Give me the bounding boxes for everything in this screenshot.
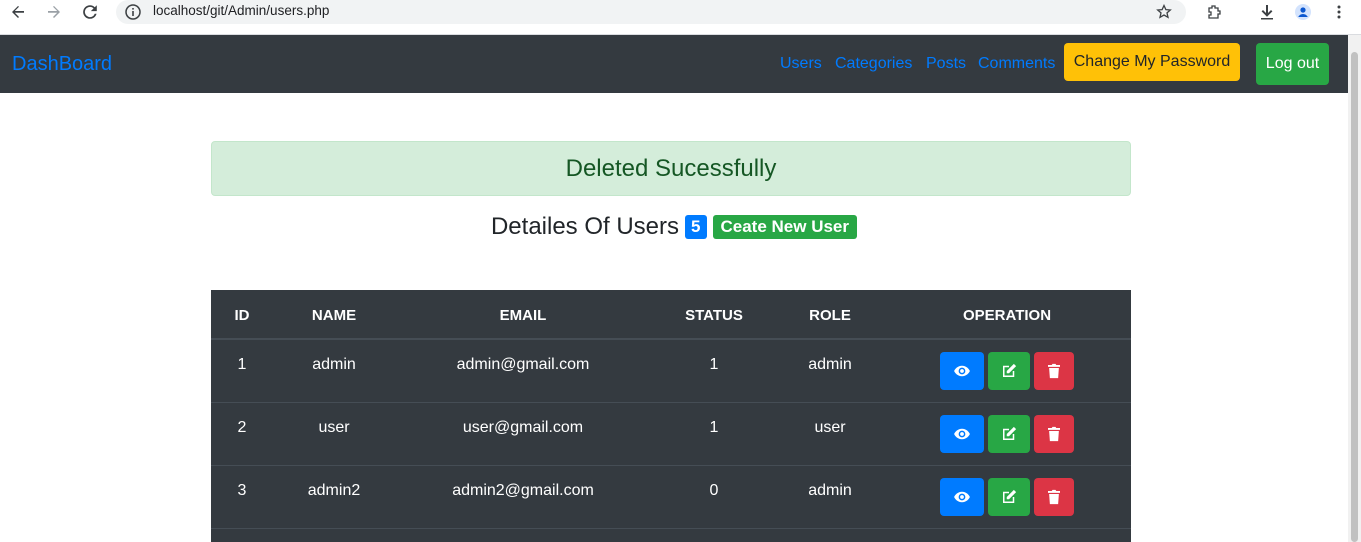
- cell-email: admin@gmail.com: [456, 356, 590, 373]
- cell-id: 3: [237, 482, 247, 499]
- cell-role: admin: [808, 482, 852, 499]
- nav-link-comments[interactable]: Comments: [978, 55, 1055, 73]
- download-icon[interactable]: [1253, 0, 1281, 24]
- cell-role: admin: [808, 356, 852, 373]
- nav-link-posts[interactable]: Posts: [926, 55, 966, 73]
- header-operation: OPERATION: [962, 307, 1052, 324]
- eye-icon: [954, 491, 970, 503]
- cell-name: user: [318, 419, 350, 436]
- users-table: ID NAME EMAIL STATUS ROLE OPERATION 1 ad…: [211, 290, 1131, 542]
- eye-icon: [954, 428, 970, 440]
- header-role: ROLE: [809, 307, 851, 324]
- view-user-button[interactable]: [940, 478, 984, 516]
- delete-user-button[interactable]: [1034, 352, 1074, 390]
- trash-icon: [1048, 426, 1060, 442]
- header-name: NAME: [311, 307, 357, 324]
- header-status: STATUS: [685, 307, 743, 324]
- cell-name: admin2: [307, 482, 361, 499]
- view-user-button[interactable]: [940, 415, 984, 453]
- top-navbar: DashBoard Users Categories Posts Comment…: [0, 35, 1348, 93]
- forward-icon[interactable]: [40, 0, 68, 24]
- create-user-button[interactable]: Ceate New User: [712, 215, 858, 239]
- cell-email: user@gmail.com: [462, 419, 584, 436]
- nav-link-users[interactable]: Users: [780, 55, 822, 73]
- alert-message: Deleted Sucessfully: [565, 154, 777, 182]
- browser-toolbar: localhost/git/Admin/users.php: [0, 0, 1361, 35]
- eye-icon: [954, 365, 970, 377]
- reload-icon[interactable]: [76, 0, 104, 24]
- cell-id: 2: [237, 419, 247, 436]
- header-id: ID: [234, 307, 250, 324]
- table-row: 3 admin2 admin2@gmail.com 0 admin: [211, 466, 1131, 529]
- bookmark-star-icon[interactable]: [1150, 0, 1178, 24]
- table-header-row: ID NAME EMAIL STATUS ROLE OPERATION: [211, 290, 1131, 340]
- extensions-icon[interactable]: [1200, 0, 1228, 24]
- edit-user-button[interactable]: [988, 478, 1030, 516]
- cell-email: admin2@gmail.com: [452, 482, 594, 499]
- cell-role: user: [814, 419, 846, 436]
- trash-icon: [1048, 489, 1060, 505]
- edit-user-button[interactable]: [988, 415, 1030, 453]
- cell-id: 1: [237, 356, 247, 373]
- nav-link-categories[interactable]: Categories: [835, 55, 912, 73]
- delete-user-button[interactable]: [1034, 415, 1074, 453]
- edit-icon: [1003, 363, 1017, 377]
- edit-icon: [1003, 426, 1017, 440]
- edit-user-button[interactable]: [988, 352, 1030, 390]
- edit-icon: [1003, 489, 1017, 503]
- table-row: 1 admin admin@gmail.com 1 admin: [211, 340, 1131, 403]
- cell-status: 1: [709, 419, 719, 436]
- cell-status: 1: [709, 356, 719, 373]
- logout-button[interactable]: Log out: [1256, 43, 1329, 85]
- success-alert: Deleted Sucessfully: [211, 141, 1131, 196]
- header-email: EMAIL: [499, 307, 547, 324]
- view-user-button[interactable]: [940, 352, 984, 390]
- profile-avatar-icon[interactable]: [1289, 0, 1317, 24]
- page-title: Detailes Of Users: [490, 213, 680, 240]
- trash-icon: [1048, 363, 1060, 379]
- brand-link[interactable]: DashBoard: [12, 53, 112, 76]
- delete-user-button[interactable]: [1034, 478, 1074, 516]
- cell-status: 0: [709, 482, 719, 499]
- change-password-button[interactable]: Change My Password: [1064, 43, 1240, 81]
- cell-name: admin: [312, 356, 356, 373]
- table-row: 2 user user@gmail.com 1 user: [211, 403, 1131, 466]
- back-icon[interactable]: [4, 0, 32, 24]
- users-heading: Detailes Of Users 5 Ceate New User: [0, 213, 1348, 241]
- menu-dots-icon[interactable]: [1325, 0, 1353, 24]
- user-count-badge: 5: [685, 215, 707, 239]
- url-text[interactable]: localhost/git/Admin/users.php: [153, 3, 329, 18]
- page-scrollbar-thumb[interactable]: [1351, 52, 1358, 542]
- site-info-icon[interactable]: [124, 3, 142, 21]
